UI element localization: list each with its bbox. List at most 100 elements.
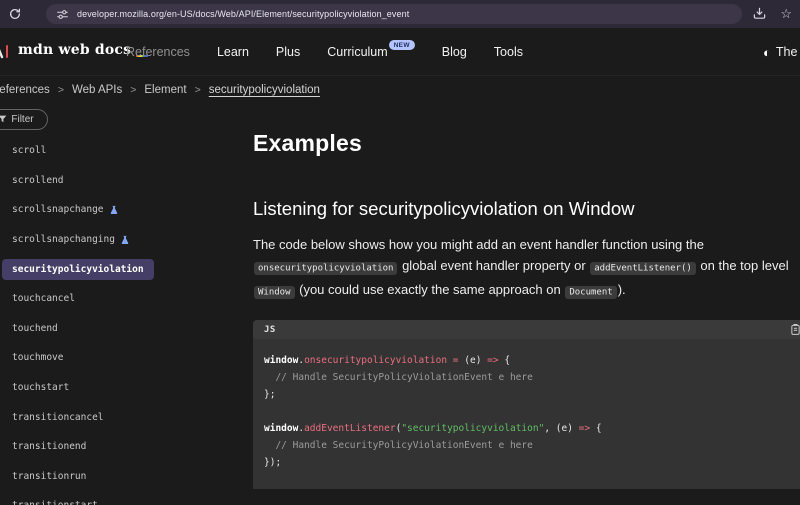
sidebar-item-label: scroll — [12, 145, 46, 156]
code-block-header: JS — [253, 320, 800, 339]
paragraph-line: Window (you could use exactly the same a… — [253, 279, 800, 303]
sidebar-item-securitypolicyviolation[interactable]: securitypolicyviolation — [0, 254, 240, 284]
new-badge: NEW — [389, 40, 415, 50]
reload-icon[interactable] — [8, 7, 22, 21]
paragraph-line: onsecuritypolicyviolation global event h… — [253, 255, 800, 279]
code-token: window — [264, 355, 298, 366]
article-content: Examples Listening for securitypolicyvio… — [253, 103, 800, 505]
text-run: The code below shows how you might add a… — [253, 237, 704, 252]
sidebar-item-scrollsnapchange[interactable]: scrollsnapchange — [0, 195, 240, 225]
breadcrumb-link[interactable]: securitypolicyviolation — [209, 84, 320, 96]
sidebar-item-label: touchstart — [12, 382, 69, 393]
site-settings-icon[interactable] — [56, 8, 69, 21]
code-block: JS window.onsecuritypolicyviolation = (e… — [253, 320, 800, 489]
code-line: }); — [264, 454, 789, 471]
experimental-flask-icon — [109, 205, 119, 215]
address-bar[interactable]: developer.mozilla.org/en-US/docs/Web/API… — [46, 4, 742, 24]
code-token: // Handle SecurityPolicyViolationEvent e… — [264, 440, 533, 451]
nav-item-tools[interactable]: Tools — [494, 45, 523, 59]
nav-item-references[interactable]: References — [126, 45, 190, 59]
sidebar-item-label: transitionstart — [12, 500, 98, 505]
sidebar-item-label: scrollend — [12, 175, 63, 186]
filter-label: Filter — [11, 114, 33, 125]
sidebar-item-scroll[interactable]: scroll — [0, 136, 240, 166]
breadcrumb-link[interactable]: Element — [144, 84, 186, 96]
code-token: // Handle SecurityPolicyViolationEvent e… — [264, 372, 533, 383]
code-line: }; — [264, 386, 789, 403]
breadcrumb: References>Web APIs>Element>securitypoli… — [0, 77, 320, 103]
sidebar-item-label: touchcancel — [12, 293, 75, 304]
sidebar-list: scroll scrollend scrollsnapchange scrollsna… — [0, 136, 240, 505]
inline-code: Window — [254, 286, 295, 299]
inline-code: onsecuritypolicyviolation — [254, 262, 397, 275]
sidebar-item-label: transitionend — [12, 441, 86, 452]
main-nav: References Learn Plus CurriculumNEW Blog Tool… — [126, 28, 523, 76]
mdn-logo-text: mdn web docs — [18, 42, 131, 58]
sidebar-item-label: scrollsnapchange — [12, 204, 104, 215]
chrome-actions: ☆ — [752, 6, 792, 21]
paragraph: The code below shows how you might add a… — [253, 234, 800, 303]
code-token: ( — [459, 355, 470, 366]
code-language-label: JS — [264, 325, 276, 335]
code-token: ) — [567, 423, 578, 434]
inline-code: Document — [565, 286, 616, 299]
nav-item-label: Blog — [442, 45, 467, 59]
breadcrumb-link[interactable]: Web APIs — [72, 84, 122, 96]
paragraph-line: The code below shows how you might add a… — [253, 234, 800, 255]
url-text[interactable]: developer.mozilla.org/en-US/docs/Web/API… — [77, 9, 409, 19]
code-token: => — [487, 355, 498, 366]
code-token: , ( — [544, 423, 561, 434]
sidebar-item-transitionrun[interactable]: transitionrun — [0, 462, 240, 492]
sidebar-item-label: transitioncancel — [12, 412, 104, 423]
theme-label: The — [776, 45, 798, 59]
code-body[interactable]: window.onsecuritypolicyviolation = (e) =… — [253, 339, 800, 489]
nav-item-label: Learn — [217, 45, 249, 59]
filter-funnel-icon — [0, 115, 7, 124]
sidebar-item-label: securitypolicyviolation — [2, 259, 154, 280]
site-header: mdn web docs References Learn Plus Curricul… — [0, 28, 800, 76]
save-share-icon[interactable] — [752, 6, 767, 21]
sidebar-item-touchmove[interactable]: touchmove — [0, 343, 240, 373]
code-line: window.onsecuritypolicyviolation = (e) =… — [264, 352, 789, 369]
nav-item-plus[interactable]: Plus — [276, 45, 300, 59]
code-line: // Handle SecurityPolicyViolationEvent e… — [264, 369, 789, 386]
sidebar-item-touchend[interactable]: touchend — [0, 314, 240, 344]
browser-chrome: developer.mozilla.org/en-US/docs/Web/API… — [0, 0, 800, 28]
sidebar-item-transitionstart[interactable]: transitionstart — [0, 491, 240, 505]
sidebar-item-label: touchend — [12, 323, 58, 334]
code-token: ) — [476, 355, 487, 366]
text-run: (you could use exactly the same approach… — [296, 282, 565, 297]
sidebar-item-scrollend[interactable]: scrollend — [0, 166, 240, 196]
code-line: // Handle SecurityPolicyViolationEvent e… — [264, 437, 789, 454]
sidebar: Filter scrollscrollendscrollsnapchangesc… — [0, 103, 240, 505]
code-token: addEventListener — [304, 423, 396, 434]
sidebar-item-label: transitionrun — [12, 471, 86, 482]
sidebar-item-touchcancel[interactable]: touchcancel — [0, 284, 240, 314]
code-token: "securitypolicyviolation" — [401, 423, 544, 434]
filter-button[interactable]: Filter — [0, 109, 48, 130]
bookmark-star-icon[interactable]: ☆ — [780, 6, 792, 21]
copy-code-icon[interactable] — [789, 323, 800, 336]
breadcrumb-link[interactable]: References — [0, 84, 50, 96]
browser-window: developer.mozilla.org/en-US/docs/Web/API… — [0, 0, 800, 505]
sidebar-item-transitioncancel[interactable]: transitioncancel — [0, 402, 240, 432]
code-token: window — [264, 423, 298, 434]
theme-toggle[interactable]: ◐ The — [763, 28, 797, 76]
nav-item-learn[interactable]: Learn — [217, 45, 249, 59]
nav-item-label: References — [126, 45, 190, 59]
nav-item-label: Curriculum — [327, 45, 387, 59]
code-line: window.addEventListener("securitypolicyv… — [264, 420, 789, 437]
sidebar-item-transitionend[interactable]: transitionend — [0, 432, 240, 462]
breadcrumb-separator: > — [130, 84, 136, 96]
sidebar-item-scrollsnapchanging[interactable]: scrollsnapchanging — [0, 225, 240, 255]
code-token: { — [590, 423, 601, 434]
code-token: }); — [264, 457, 281, 468]
sidebar-item-touchstart[interactable]: touchstart — [0, 373, 240, 403]
subsection-heading: Listening for securitypolicyviolation on… — [253, 198, 635, 220]
text-run: on the top level — [697, 258, 789, 273]
theme-icon: ◐ — [763, 45, 771, 60]
sidebar-item-label: touchmove — [12, 352, 63, 363]
nav-item-blog[interactable]: Blog — [442, 45, 467, 59]
nav-item-curriculum[interactable]: CurriculumNEW — [327, 45, 415, 59]
inline-code: addEventListener() — [590, 262, 696, 275]
